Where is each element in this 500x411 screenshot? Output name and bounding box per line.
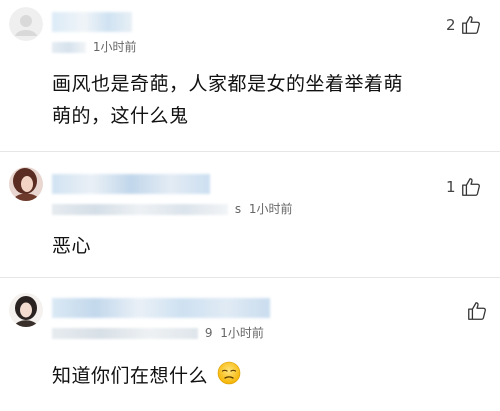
thumbs-up-icon [461,16,480,34]
timestamp: 小时前 [100,40,137,54]
meta-fragment: 9 [204,326,213,340]
default-avatar-icon [9,7,43,41]
like-button[interactable] [462,300,488,322]
username-blurred[interactable] [52,298,270,318]
like-button[interactable]: 1 [446,176,482,198]
like-count: 2 [446,16,456,34]
comment-text-line: 画风也是奇葩，人家都是女的坐着举着萌 [52,73,404,95]
comment-text: 画风也是奇葩，人家都是女的坐着举着萌 萌的，这什么鬼 [52,68,492,132]
unamused-face-icon [217,361,240,385]
comment-text: 恶心 [52,230,472,262]
comment-meta: 1小时前 [52,38,136,55]
comment-text-line: 恶心 [52,235,92,257]
avatar[interactable] [9,167,43,201]
comment-list: 1小时前 2 画风也是奇葩，人家都是女的坐着举着萌 萌的，这什么鬼 s 1小时前… [0,0,500,411]
comment-meta: 9 1小时前 [52,324,264,341]
comment-text: 知道你们在想什么 [52,360,472,392]
avatar[interactable] [9,7,43,41]
meta-fragment: s [234,202,242,216]
avatar[interactable] [9,293,43,327]
timestamp: 1小时前 [248,202,293,216]
timestamp: 1小时前 [220,326,264,340]
like-button[interactable]: 2 [446,14,482,36]
thumbs-up-icon [468,302,486,320]
comment-item: 1小时前 2 画风也是奇葩，人家都是女的坐着举着萌 萌的，这什么鬼 [0,0,500,150]
user-photo-icon [9,167,43,201]
comment-meta: s 1小时前 [52,200,293,217]
comment-item: s 1小时前 1 恶心 [0,152,500,276]
username-blurred[interactable] [52,12,132,32]
user-photo-icon [9,293,43,327]
comment-item: 9 1小时前 知道你们在想什么 [0,278,500,411]
like-count: 1 [446,178,456,196]
thumbs-up-icon [461,178,480,196]
comment-text-line: 萌的，这什么鬼 [52,105,189,127]
comment-text-line: 知道你们在想什么 [52,365,209,387]
username-blurred[interactable] [52,174,210,194]
